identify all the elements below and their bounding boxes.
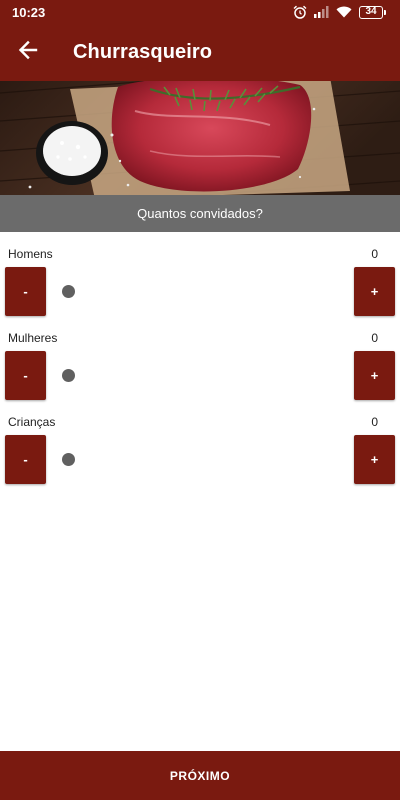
- increment-button[interactable]: +: [354, 435, 395, 484]
- signal-icon: [314, 6, 329, 18]
- slider-thumb[interactable]: [62, 453, 75, 466]
- section-title: Quantos convidados?: [0, 195, 400, 232]
- arrow-back-icon: [18, 40, 38, 65]
- slider-track[interactable]: [60, 291, 340, 293]
- counter-label: Homens: [8, 247, 53, 261]
- alarm-icon: [293, 5, 307, 19]
- hero-image: [0, 81, 400, 195]
- counter-women: Mulheres 0 - +: [0, 331, 400, 415]
- page-title: Churrasqueiro: [73, 41, 213, 63]
- increment-button[interactable]: +: [354, 351, 395, 400]
- next-button[interactable]: PRÓXIMO: [0, 751, 400, 800]
- status-icons: 34: [293, 5, 386, 19]
- slider-track[interactable]: [60, 375, 340, 377]
- counter-label: Crianças: [8, 415, 56, 429]
- slider-track[interactable]: [60, 459, 340, 461]
- status-bar: 10:23 34: [0, 0, 400, 24]
- back-button[interactable]: [0, 24, 56, 81]
- counter-children: Crianças 0 - +: [0, 415, 400, 499]
- app-bar: Churrasqueiro: [0, 24, 400, 81]
- counter-value: 0: [371, 247, 378, 261]
- counter-men: Homens 0 - +: [0, 247, 400, 331]
- counter-value: 0: [371, 331, 378, 345]
- decrement-button[interactable]: -: [5, 267, 46, 316]
- counter-value: 0: [371, 415, 378, 429]
- slider-thumb[interactable]: [62, 285, 75, 298]
- counter-label: Mulheres: [8, 331, 58, 345]
- wifi-icon: [336, 6, 352, 18]
- increment-button[interactable]: +: [354, 267, 395, 316]
- decrement-button[interactable]: -: [5, 435, 46, 484]
- battery-icon: 34: [359, 5, 386, 19]
- decrement-button[interactable]: -: [5, 351, 46, 400]
- status-time: 10:23: [12, 4, 46, 20]
- battery-level: 34: [359, 5, 383, 19]
- slider-thumb[interactable]: [62, 369, 75, 382]
